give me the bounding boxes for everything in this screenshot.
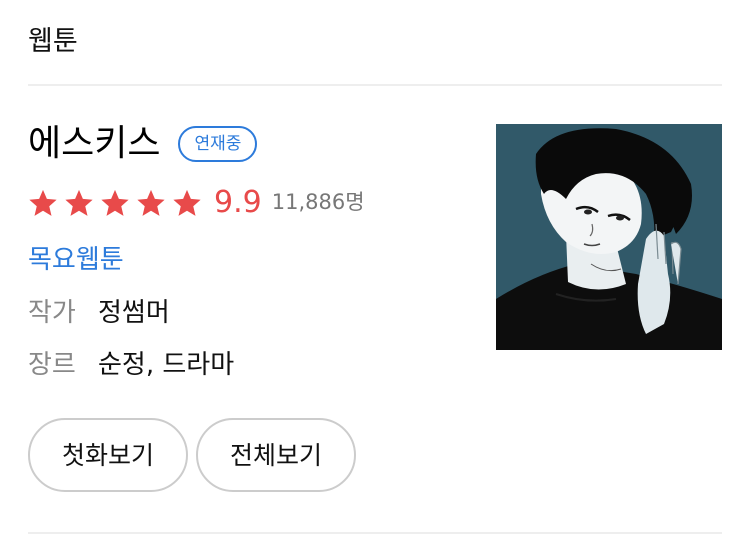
star-icon: [64, 188, 94, 218]
author-value: 정썸머: [98, 298, 170, 328]
author-label: 작가: [28, 298, 76, 328]
webtoon-thumbnail[interactable]: [496, 124, 722, 350]
rating-row: 9.9 11,886명: [28, 183, 365, 223]
title-row: 에스키스 연재중: [28, 120, 258, 168]
all-episodes-button[interactable]: 전체보기: [196, 418, 356, 492]
section-title: 웹툰: [28, 26, 78, 57]
author-row: 작가 정썸머: [28, 295, 170, 331]
divider: [28, 532, 722, 534]
star-icon: [100, 188, 130, 218]
day-link[interactable]: 목요웹툰: [28, 242, 124, 278]
rating-count: 11,886명: [271, 190, 365, 214]
first-episode-button[interactable]: 첫화보기: [28, 418, 188, 492]
divider: [28, 84, 722, 86]
star-icon: [28, 188, 58, 218]
star-icon: [172, 188, 202, 218]
genre-label: 장르: [28, 350, 76, 380]
rating-score: 9.9: [214, 185, 262, 220]
webtoon-title[interactable]: 에스키스: [28, 120, 160, 168]
genre-value: 순정, 드라마: [98, 350, 235, 380]
star-icon: [136, 188, 166, 218]
status-badge: 연재중: [178, 126, 258, 162]
genre-row: 장르 순정, 드라마: [28, 347, 234, 383]
character-illustration: [496, 124, 722, 350]
webtoon-card: 웹툰 에스키스 연재중 9.9 11,886명 목요웹툰 작가 정썸머 장르 순…: [0, 0, 750, 550]
